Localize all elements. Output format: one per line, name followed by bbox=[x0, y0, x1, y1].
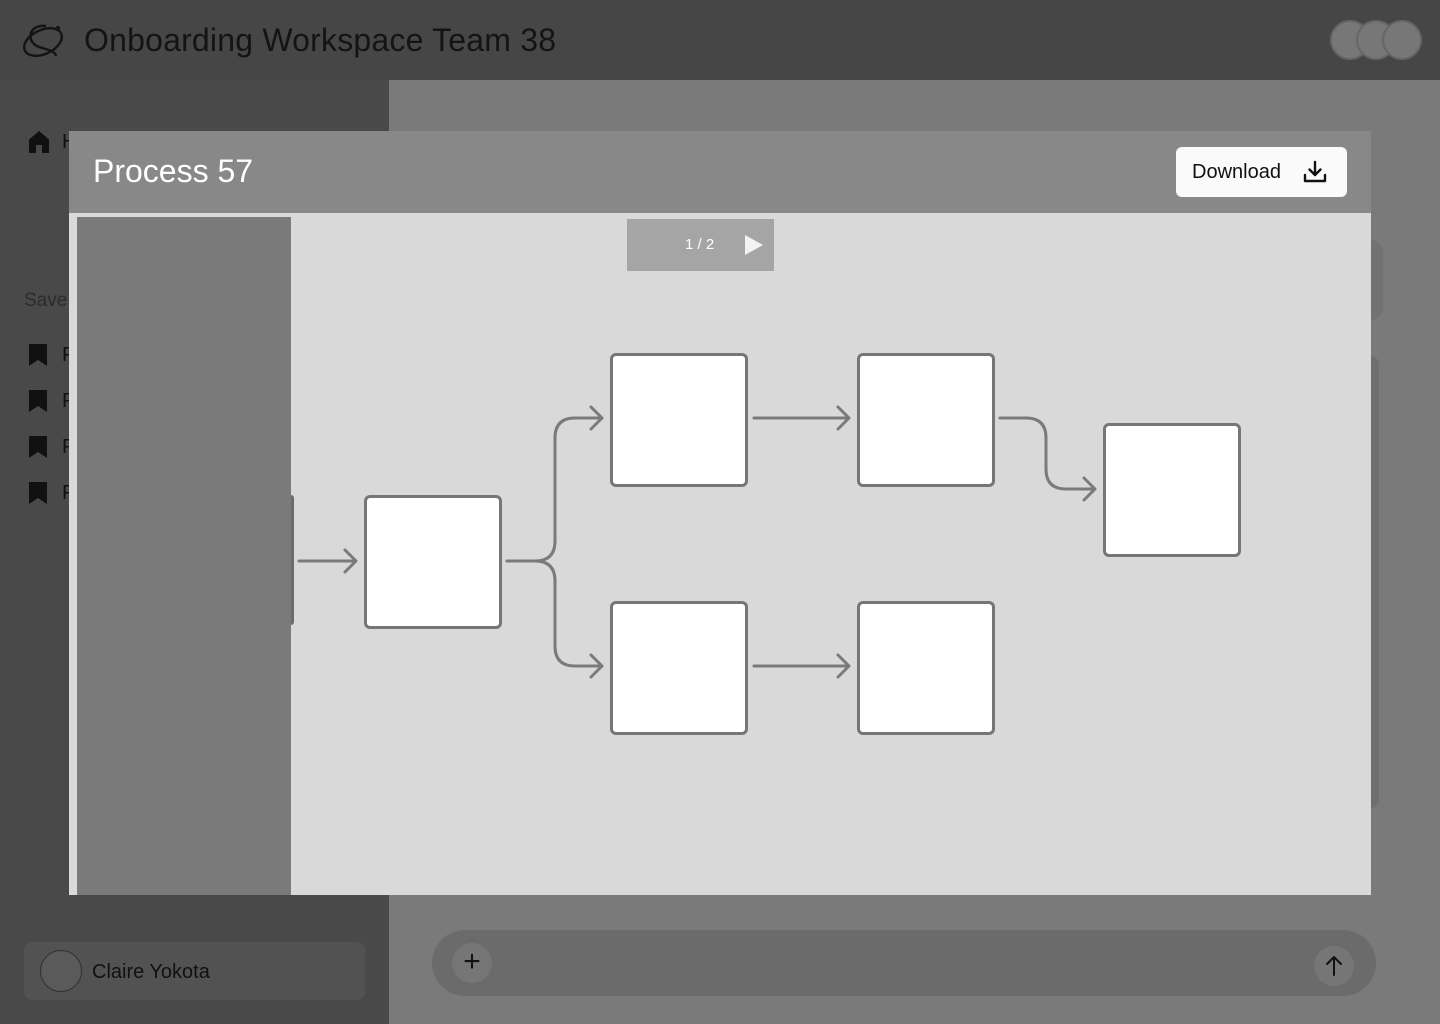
arrow-up-icon[interactable] bbox=[1314, 946, 1354, 986]
orbit-logo-icon[interactable] bbox=[20, 20, 66, 60]
process-node[interactable] bbox=[857, 353, 995, 487]
saved-item[interactable]: P bbox=[28, 389, 72, 415]
bookmark-icon bbox=[29, 344, 47, 366]
saved-item[interactable]: P bbox=[28, 343, 72, 369]
process-node[interactable] bbox=[364, 495, 502, 629]
plus-icon[interactable]: + bbox=[452, 943, 492, 983]
background-panel-edge bbox=[1371, 356, 1379, 808]
message-composer[interactable]: + bbox=[432, 930, 1376, 996]
edge-n2-n3 bbox=[752, 405, 851, 431]
collaborator-avatars[interactable] bbox=[1330, 20, 1424, 60]
edge-n1-n5 bbox=[505, 559, 604, 679]
user-avatar bbox=[40, 950, 82, 992]
collaborator-avatar[interactable] bbox=[1382, 20, 1422, 60]
bookmark-icon bbox=[29, 482, 47, 504]
edge-n1-n2 bbox=[505, 405, 604, 563]
process-node[interactable] bbox=[610, 353, 748, 487]
user-name: Claire Yokota bbox=[92, 961, 210, 983]
edge-n3-n4 bbox=[998, 416, 1097, 502]
edge-start-n1 bbox=[297, 548, 358, 574]
home-icon[interactable] bbox=[28, 130, 50, 154]
bookmark-icon bbox=[29, 390, 47, 412]
user-profile-card[interactable]: Claire Yokota bbox=[24, 942, 365, 1000]
saved-item[interactable]: P bbox=[28, 481, 72, 507]
top-bar: Onboarding Workspace Team 38 bbox=[0, 0, 1440, 80]
app-title: Onboarding Workspace Team 38 bbox=[84, 22, 557, 58]
process-node[interactable] bbox=[1103, 423, 1241, 557]
diagram-preview-modal: Process 57 Download 1 / 2 bbox=[69, 131, 1371, 895]
process-node[interactable] bbox=[610, 601, 748, 735]
edge-n5-n6 bbox=[752, 653, 851, 679]
background-panel-edge bbox=[1371, 240, 1383, 320]
process-node[interactable] bbox=[857, 601, 995, 735]
saved-item[interactable]: P bbox=[28, 435, 72, 461]
saved-heading: Save bbox=[24, 290, 68, 311]
bookmark-icon bbox=[29, 436, 47, 458]
